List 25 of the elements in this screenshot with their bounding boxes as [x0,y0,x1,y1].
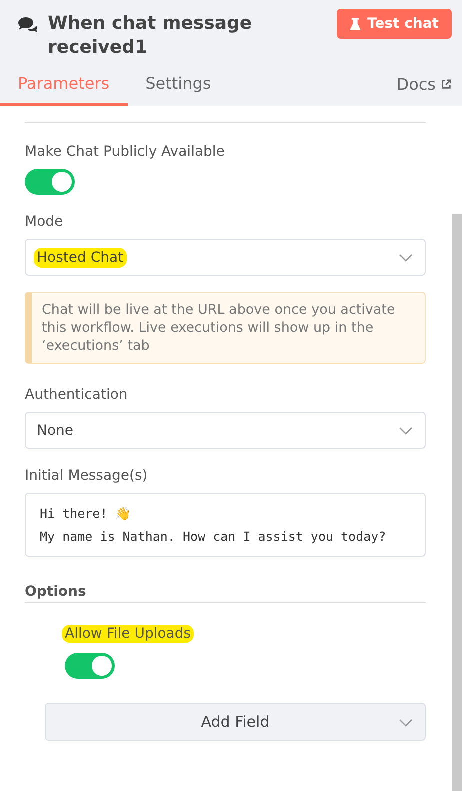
notice-text: Chat will be live at the URL above once you activate this workflow. Live executions will show up in the ‘executions’ tab [25,292,426,364]
toggle-switch[interactable] [25,169,75,195]
chevron-down-icon [399,426,413,434]
field-label: Make Chat Publicly Available [24,143,226,161]
select-value: Hosted Chat [34,248,127,268]
chevron-down-icon [399,254,413,262]
message-field[interactable]: Hi there! 👋 My name is Nathan. How can I assist you today? [25,493,426,557]
external-link-icon [441,79,452,90]
scrollbar[interactable] [452,214,462,791]
toggle-switch[interactable] [65,653,115,679]
add-field-button[interactable]: Add Field [45,703,426,741]
select-value: None [36,422,75,440]
tab[interactable]: Settings [128,74,230,106]
flask-icon [350,18,360,30]
section-title: Options [25,584,86,600]
chevron-down-icon [399,719,413,727]
select-field[interactable]: None [25,412,426,449]
field-label: Authentication [24,386,129,404]
docs-link[interactable]: Docs [396,75,452,106]
chat-icon [18,17,38,33]
field-label: Initial Message(s) [24,467,149,485]
node-title: When chat message received1 [48,12,254,60]
field-label: Mode [24,213,64,231]
select-field[interactable]: Hosted Chat [25,239,426,276]
field-label: Allow File Uploads [62,625,194,643]
